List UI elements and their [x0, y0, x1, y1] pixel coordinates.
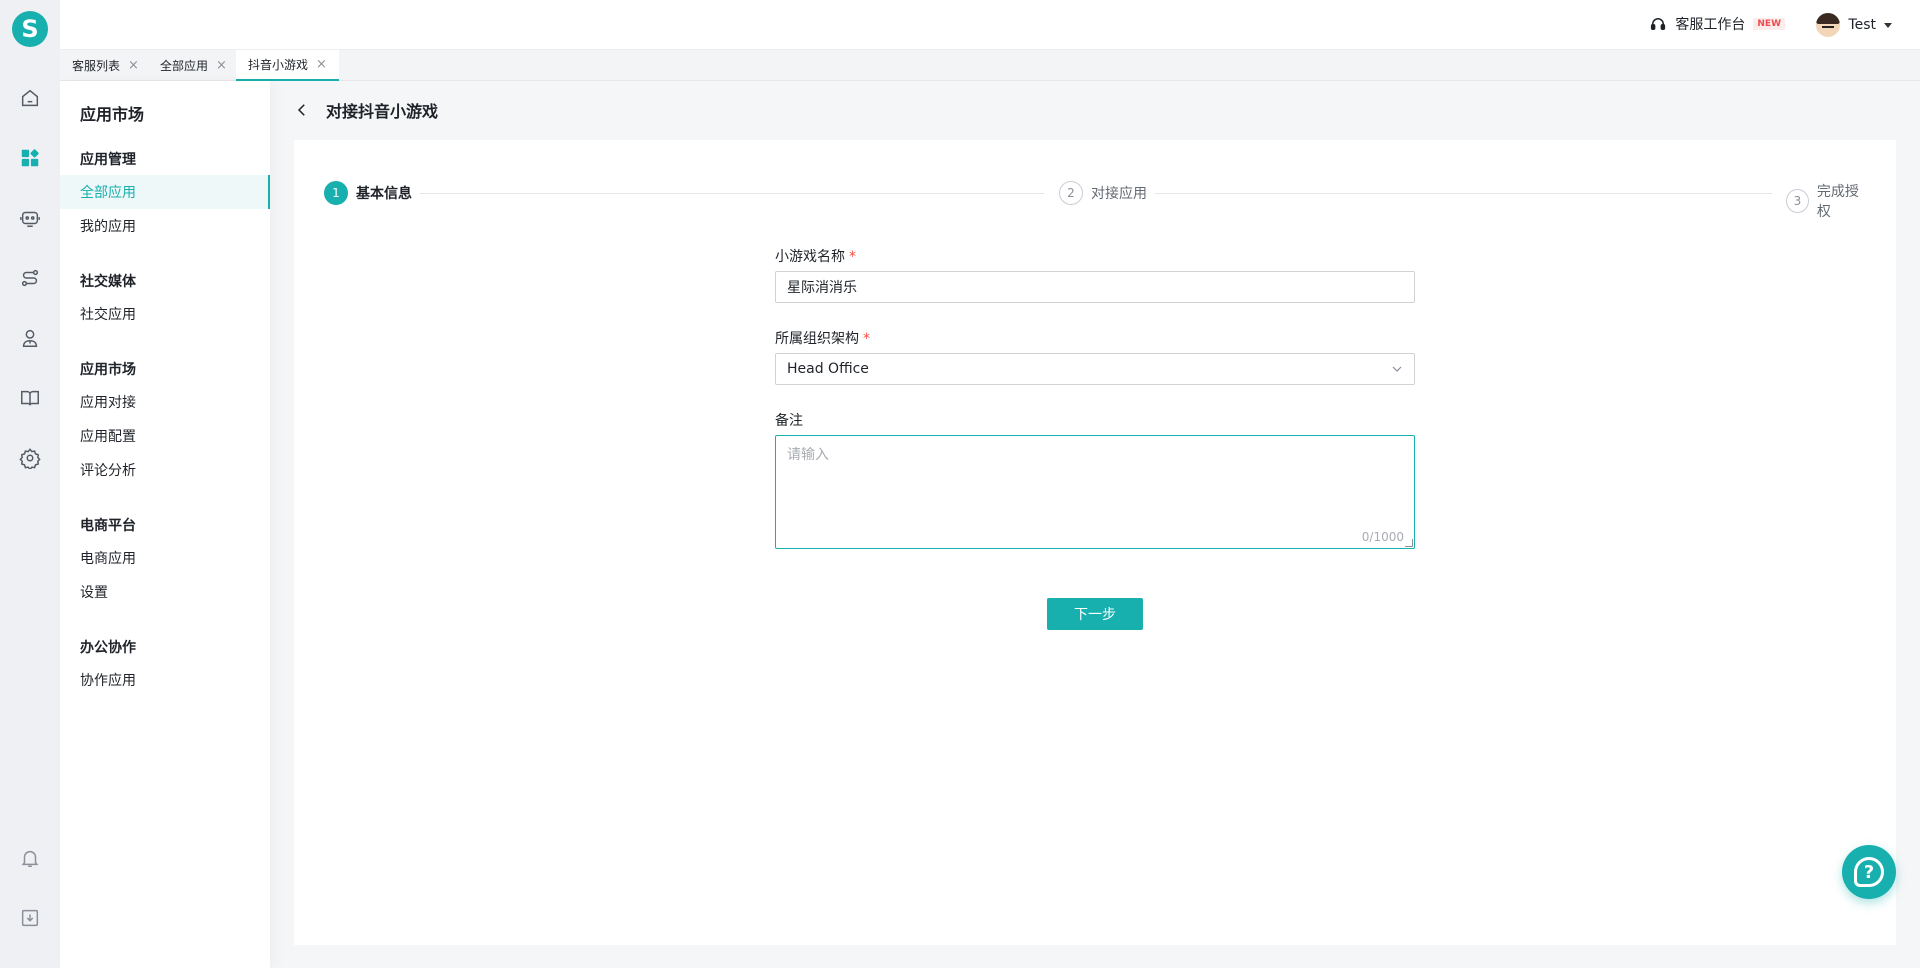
- sidebar-title: 应用市场: [80, 105, 145, 124]
- bell-icon[interactable]: [18, 846, 42, 870]
- step-label: 完成授权: [1816, 184, 1859, 220]
- back-arrow-icon[interactable]: [292, 100, 312, 120]
- tab-service-list[interactable]: 客服列表 ×: [60, 50, 151, 81]
- sidebar-item-app-config[interactable]: 应用配置: [60, 419, 270, 453]
- step-label: 基本信息: [356, 186, 412, 202]
- sidebar-item-social-apps[interactable]: 社交应用: [60, 297, 270, 331]
- help-button[interactable]: ?: [1842, 845, 1896, 899]
- left-rail: S: [0, 0, 60, 968]
- note-textarea[interactable]: 请输入 0/1000: [775, 435, 1415, 549]
- step-connect-app: 2 对接应用: [1051, 181, 1155, 205]
- book-icon[interactable]: [18, 386, 42, 410]
- page-header: 对接抖音小游戏: [292, 98, 438, 122]
- sidebar-group-title: 应用市场: [80, 362, 136, 378]
- minigame-name-label: 小游戏名称 *: [775, 249, 856, 265]
- settings-icon[interactable]: [18, 446, 42, 470]
- org-label: 所属组织架构 *: [775, 331, 870, 347]
- home-icon[interactable]: [18, 86, 42, 110]
- note-placeholder: 请输入: [787, 447, 829, 463]
- sidebar-item-review-analysis[interactable]: 评论分析: [60, 453, 270, 487]
- sidebar-group-title: 电商平台: [80, 518, 136, 534]
- sidebar-item-collab-apps[interactable]: 协作应用: [60, 663, 270, 697]
- robot-icon[interactable]: [18, 206, 42, 230]
- form-card: 1 基本信息 2 对接应用 3 完成授权 小游戏名称 * 星际消消乐 所属组织架构…: [294, 140, 1896, 945]
- sidebar-item-ecommerce-apps[interactable]: 电商应用: [60, 541, 270, 575]
- step-divider: [1144, 193, 1772, 194]
- help-icon: ?: [1854, 857, 1884, 887]
- app-logo[interactable]: S: [12, 11, 48, 47]
- input-value: 星际消消乐: [787, 280, 857, 296]
- step-number: 2: [1059, 181, 1083, 205]
- required-mark: *: [849, 249, 856, 265]
- char-counter: 0/1000: [1361, 530, 1404, 544]
- tab-douyin-minigame[interactable]: 抖音小游戏 ×: [236, 50, 339, 81]
- close-icon[interactable]: ×: [216, 58, 227, 73]
- steps: 1 基本信息 2 对接应用 3 完成授权: [324, 181, 1870, 221]
- tab-label: 客服列表: [72, 59, 121, 73]
- note-label: 备注: [775, 413, 803, 429]
- workbench-link[interactable]: 客服工作台 NEW: [1649, 14, 1785, 34]
- tab-label: 全部应用: [160, 59, 209, 73]
- next-step-button[interactable]: 下一步: [1047, 598, 1143, 630]
- download-icon[interactable]: [18, 906, 42, 930]
- headset-icon: [1651, 18, 1666, 30]
- apps-icon[interactable]: [18, 146, 42, 170]
- org-select[interactable]: Head Office: [775, 353, 1415, 385]
- sidebar-group-title: 应用管理: [80, 152, 136, 168]
- tab-bar: 客服列表 × 全部应用 × 抖音小游戏 ×: [60, 50, 1920, 81]
- resize-handle-icon[interactable]: [1405, 539, 1413, 547]
- route-icon[interactable]: [18, 266, 42, 290]
- close-icon[interactable]: ×: [316, 57, 327, 72]
- tab-all-apps[interactable]: 全部应用 ×: [148, 50, 239, 81]
- step-number: 3: [1786, 189, 1809, 213]
- sidebar-group-title: 办公协作: [80, 640, 136, 656]
- step-divider: [416, 193, 1044, 194]
- agent-icon[interactable]: [18, 326, 42, 350]
- sidebar-item-all-apps[interactable]: 全部应用: [60, 175, 270, 209]
- step-label: 对接应用: [1091, 186, 1147, 202]
- sidebar-item-app-integration[interactable]: 应用对接: [60, 385, 270, 419]
- required-mark: *: [863, 331, 870, 347]
- avatar: [1816, 13, 1841, 37]
- sidebar-item-my-apps[interactable]: 我的应用: [60, 209, 270, 243]
- minigame-name-input[interactable]: 星际消消乐: [775, 271, 1415, 303]
- chevron-down-icon: [1392, 366, 1402, 372]
- user-menu[interactable]: Test: [1816, 13, 1892, 37]
- tab-label: 抖音小游戏: [248, 58, 309, 72]
- sidebar-group-title: 社交媒体: [80, 274, 136, 290]
- top-bar: 客服工作台 NEW Test: [60, 0, 1920, 50]
- secondary-sidebar: 应用市场 应用管理 全部应用 我的应用 社交媒体 社交应用 应用市场 应用对接 …: [60, 81, 270, 968]
- caret-down-icon: [1884, 22, 1892, 28]
- new-badge: NEW: [1753, 18, 1785, 30]
- close-icon[interactable]: ×: [128, 58, 139, 73]
- step-number: 1: [324, 181, 348, 205]
- user-name: Test: [1848, 17, 1876, 33]
- step-authorize: 3 完成授权: [1778, 181, 1870, 221]
- page-title: 对接抖音小游戏: [326, 102, 439, 121]
- workbench-label: 客服工作台: [1675, 17, 1746, 33]
- select-value: Head Office: [787, 361, 869, 377]
- step-basic-info: 1 基本信息: [324, 181, 420, 205]
- sidebar-item-settings[interactable]: 设置: [60, 575, 270, 609]
